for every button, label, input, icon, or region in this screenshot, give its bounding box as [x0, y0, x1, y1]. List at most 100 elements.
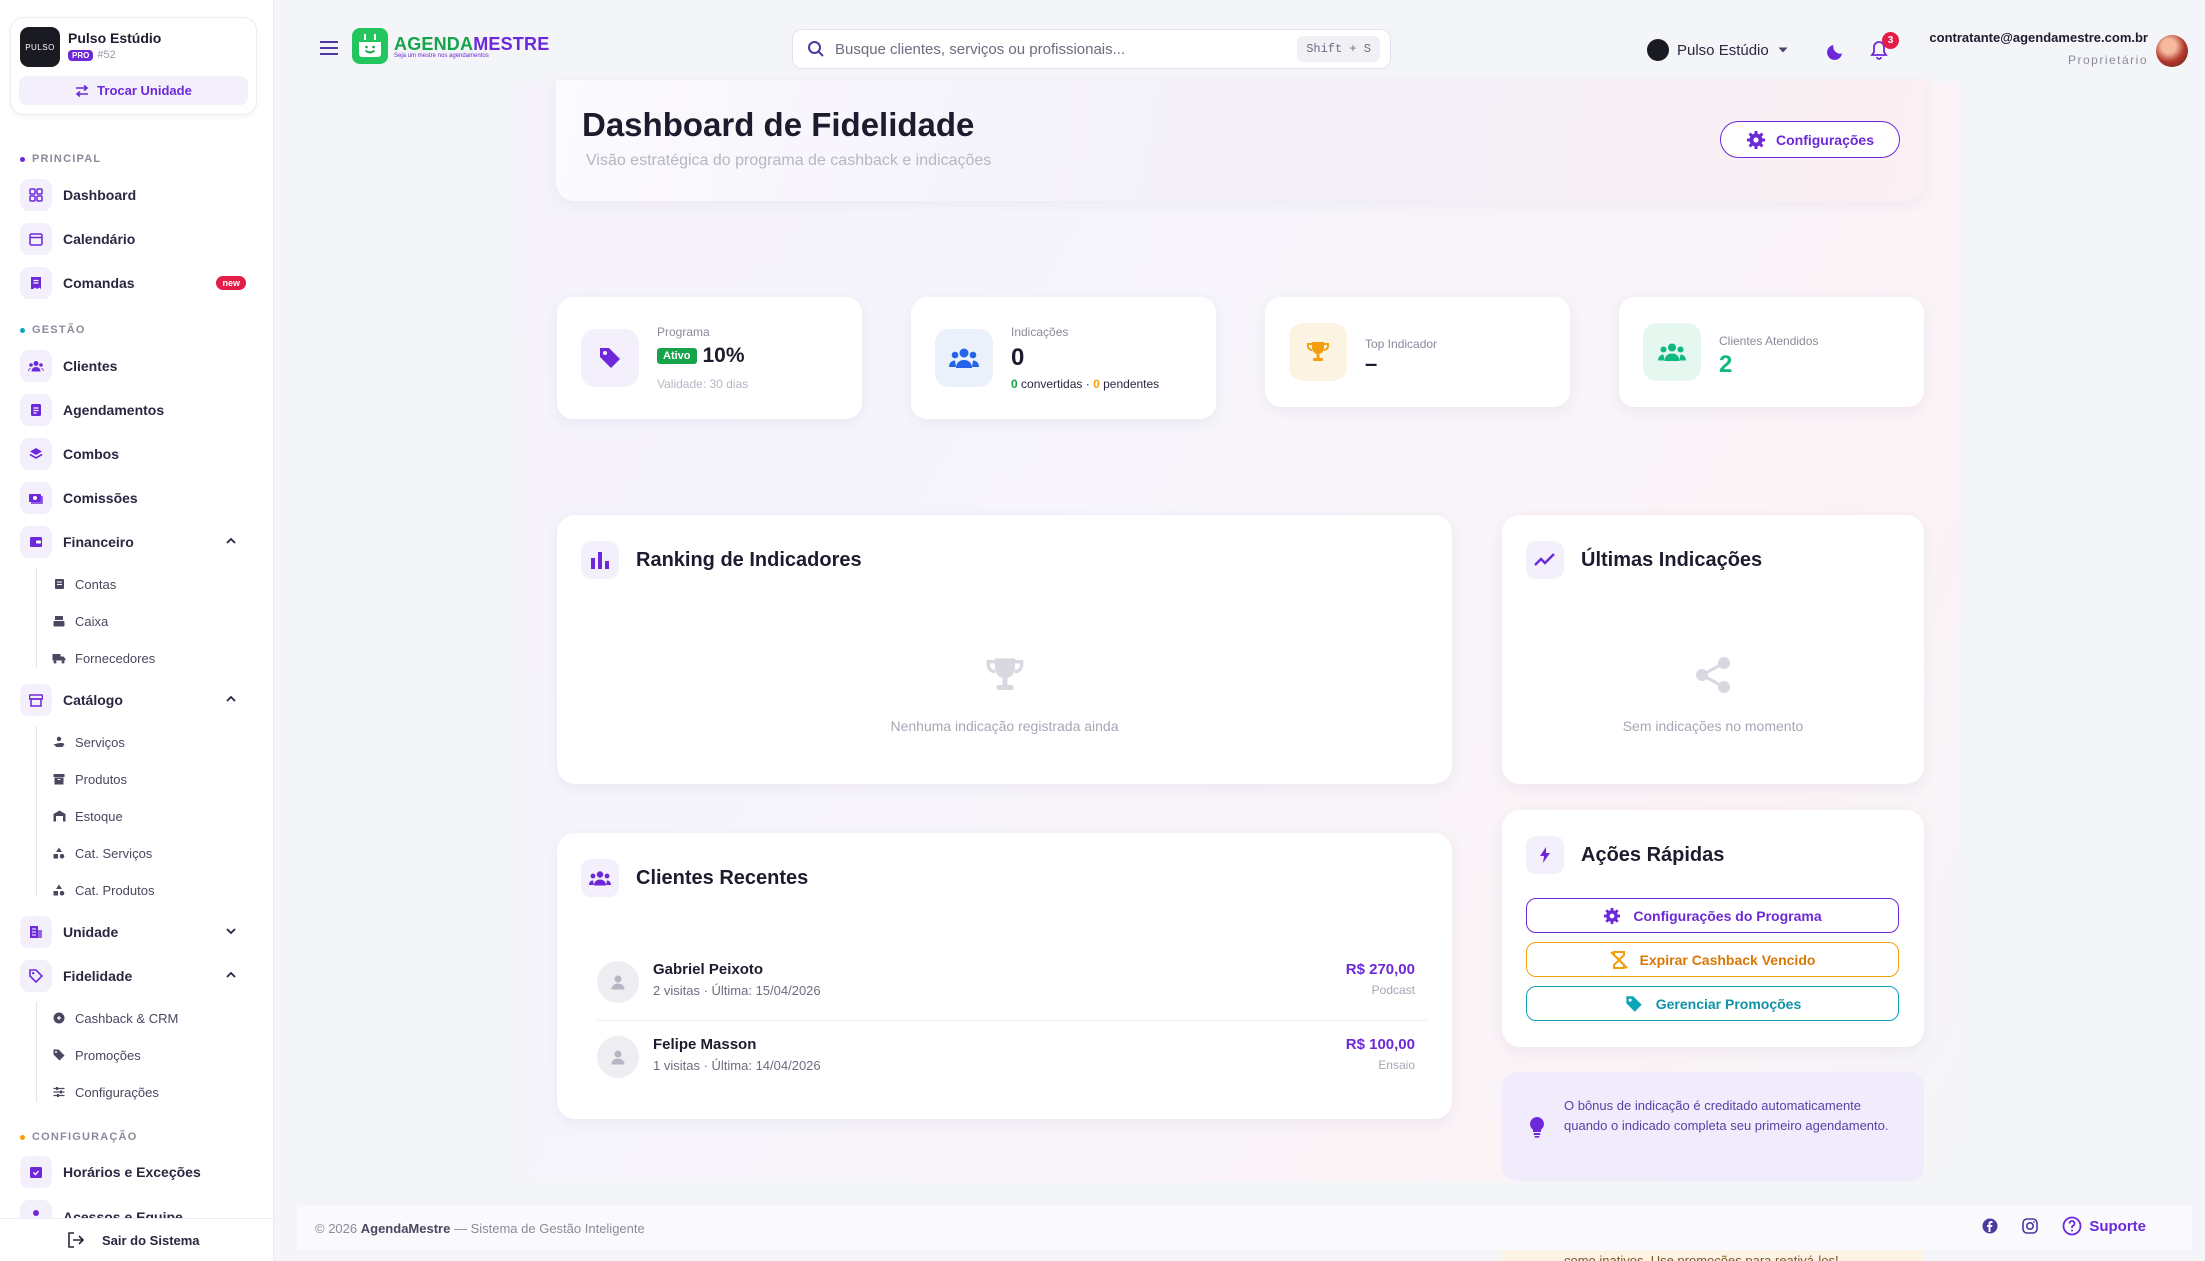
hand-icon: [52, 735, 66, 749]
settings-button[interactable]: Configurações: [1720, 121, 1900, 158]
logout-button[interactable]: Sair do Sistema: [0, 1218, 274, 1261]
stat-value: –: [1365, 351, 1378, 376]
sidebar-item-calendario[interactable]: Calendário: [20, 223, 250, 255]
panel-title: Últimas Indicações: [1581, 548, 1763, 571]
user-icon: [597, 1036, 639, 1078]
panel-title: Ranking de Indicadores: [636, 548, 862, 571]
sidebar-item-label: Agendamentos: [63, 402, 165, 418]
sidebar-subitem-contas[interactable]: Contas: [52, 573, 116, 595]
sidebar-item-acessos[interactable]: Acessos e Equipe: [20, 1200, 250, 1218]
sidebar-item-agendamentos[interactable]: Agendamentos: [20, 394, 250, 426]
sidebar-item-label: Clientes: [63, 358, 118, 374]
unit-avatar: [1647, 39, 1669, 61]
cashback-icon: [52, 1011, 66, 1025]
stat-label: Top Indicador: [1365, 337, 1438, 351]
status-badge: Ativo: [657, 348, 697, 365]
layers-icon: [20, 438, 52, 470]
cashback-percent: 10%: [702, 344, 745, 367]
submenu-line: [36, 726, 37, 896]
chevron-up-icon: [226, 537, 236, 544]
facebook-icon[interactable]: [1982, 1218, 1998, 1234]
sidebar-item-comandas[interactable]: Comandas new: [20, 267, 250, 299]
calendar-clock-icon: [20, 1156, 52, 1188]
sidebar-item-label: Financeiro: [63, 534, 134, 550]
sidebar-item-clientes[interactable]: Clientes: [20, 350, 250, 382]
sidebar-item-combos[interactable]: Combos: [20, 438, 250, 470]
program-settings-button[interactable]: Configurações do Programa: [1526, 898, 1899, 933]
expire-cashback-button[interactable]: Expirar Cashback Vencido: [1526, 942, 1899, 977]
user-menu[interactable]: contratante@agendamestre.com.br Propriet…: [1915, 18, 2192, 82]
converted-label: convertidas: [1021, 377, 1083, 391]
list-item[interactable]: Gabriel Peixoto 2 visitas · Última: 15/0…: [597, 949, 1427, 1021]
manage-promotions-button[interactable]: Gerenciar Promoções: [1526, 986, 1899, 1021]
sidebar-subitem-estoque[interactable]: Estoque: [52, 805, 123, 827]
sidebar-item-comissoes[interactable]: Comissões: [20, 482, 250, 514]
shapes-icon: [52, 883, 66, 897]
stat-sub: Validade: 30 dias: [657, 377, 749, 391]
hourglass-off-icon: [1609, 950, 1628, 969]
submenu-line: [36, 568, 37, 668]
list-item[interactable]: Felipe Masson 1 visitas · Última: 14/04/…: [597, 1024, 1427, 1096]
notifications-button[interactable]: 3: [1870, 32, 1899, 65]
dark-mode-toggle[interactable]: [1827, 40, 1847, 60]
support-link[interactable]: Suporte: [2062, 1216, 2146, 1236]
copyright: © 2026 AgendaMestre — Sistema de Gestão …: [315, 1221, 645, 1236]
trophy-icon: [1289, 323, 1347, 381]
sidebar-subitem-promocoes[interactable]: Promoções: [52, 1044, 141, 1066]
switch-unit-button[interactable]: Trocar Unidade: [19, 76, 248, 105]
sidebar-item-dashboard[interactable]: Dashboard: [20, 179, 250, 211]
panel-header: Últimas Indicações: [1526, 541, 1762, 579]
truck-icon: [52, 651, 66, 665]
caret-down-icon: [1778, 47, 1788, 53]
instagram-icon[interactable]: [2022, 1218, 2039, 1234]
sidebar-item-label: Combos: [63, 446, 119, 462]
user-icon: [597, 961, 639, 1003]
bar-chart-icon: [581, 541, 619, 579]
trophy-icon: [986, 658, 1023, 690]
sidebar-item-financeiro[interactable]: Financeiro: [20, 526, 250, 558]
sidebar-subitem-cat-servicos[interactable]: Cat. Serviços: [52, 842, 152, 864]
store-icon: [20, 684, 52, 716]
sidebar-subitem-caixa[interactable]: Caixa: [52, 610, 108, 632]
sidebar-item-label: Dashboard: [63, 187, 137, 203]
brand-logo[interactable]: AGENDAMESTRE Seja um mestre nos agendame…: [352, 28, 549, 64]
trending-up-icon: [1526, 541, 1564, 579]
notification-count: 3: [1882, 32, 1899, 49]
sidebar-item-label: Unidade: [63, 924, 119, 940]
chevron-down-icon: [226, 928, 236, 935]
sidebar-subitem-fornecedores[interactable]: Fornecedores: [52, 647, 155, 669]
divider: [597, 1020, 1427, 1021]
page-title: Dashboard de Fidelidade: [582, 106, 975, 143]
search-input[interactable]: [835, 40, 1295, 58]
sidebar-subitem-cat-produtos[interactable]: Cat. Produtos: [52, 879, 155, 901]
share-icon: [1696, 657, 1730, 693]
sidebar-item-catalogo[interactable]: Catálogo: [20, 684, 250, 716]
sidebar-item-horarios[interactable]: Horários e Exceções: [20, 1156, 250, 1188]
client-visits: 1 visitas · Última: 14/04/2026: [653, 1058, 821, 1073]
pro-badge: PRO: [68, 49, 94, 61]
brand-part-a: AGENDA: [394, 33, 474, 54]
client-name: Gabriel Peixoto: [653, 961, 764, 978]
quick-actions-panel: Ações Rápidas Configurações do Programa …: [1502, 810, 1924, 1047]
sidebar-subitem-produtos[interactable]: Produtos: [52, 768, 127, 790]
sidebar-item-unidade[interactable]: Unidade: [20, 916, 250, 948]
unit-selector-label: Pulso Estúdio: [1677, 41, 1769, 59]
panel-header: Clientes Recentes: [581, 859, 808, 897]
menu-icon[interactable]: [319, 40, 339, 56]
client-service: Podcast: [1371, 983, 1415, 997]
unit-name: Pulso Estúdio: [68, 30, 162, 46]
top-bar: AGENDAMESTRE Seja um mestre nos agendame…: [297, 18, 2192, 82]
panel-header: Ranking de Indicadores: [581, 541, 862, 579]
stat-card-programa: Programa Ativo 10% Validade: 30 dias: [557, 297, 862, 419]
user-shield-icon: [20, 1200, 52, 1218]
sidebar-subitem-configuracoes[interactable]: Configurações: [52, 1081, 159, 1103]
sidebar-subitem-servicos[interactable]: Serviços: [52, 731, 125, 753]
shapes-icon: [52, 846, 66, 860]
sidebar-item-fidelidade[interactable]: Fidelidade: [20, 960, 250, 992]
page-header: Dashboard de Fidelidade Visão estratégic…: [556, 80, 1925, 201]
unit-selector[interactable]: Pulso Estúdio: [1647, 39, 1789, 61]
stat-value: 0: [1011, 344, 1025, 371]
sidebar-subitem-cashback[interactable]: Cashback & CRM: [52, 1007, 178, 1029]
stat-sub: 0 convertidas · 0 pendentes: [1011, 377, 1159, 391]
users-icon: [20, 350, 52, 382]
